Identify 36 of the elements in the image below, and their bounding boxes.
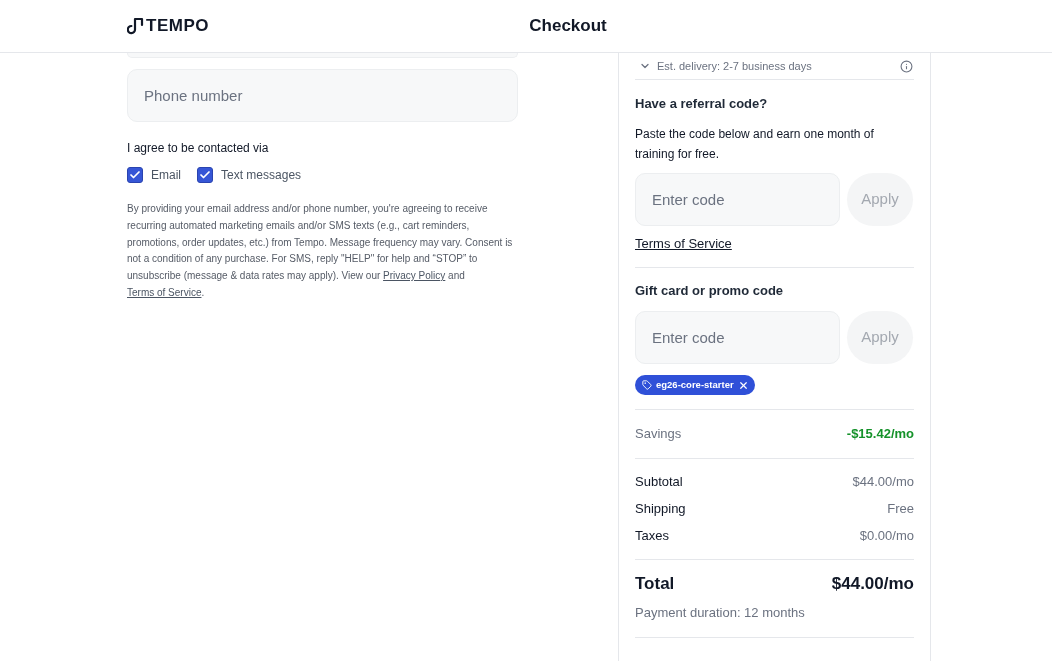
total-label: Total bbox=[635, 573, 675, 595]
delivery-estimate: Est. delivery: 2-7 business days bbox=[657, 58, 812, 74]
check-icon bbox=[129, 169, 141, 181]
policy-link[interactable]: Privacy Policy bbox=[383, 270, 446, 282]
checkbox-label[interactable]: Email bbox=[151, 166, 181, 184]
summary-label: Taxes bbox=[635, 527, 669, 545]
payment-duration: Payment duration: 12 months bbox=[635, 604, 806, 622]
code-input-field[interactable]: Enter code bbox=[635, 311, 840, 364]
total-value: $44.00/mo bbox=[831, 573, 914, 595]
summary-label: Shipping bbox=[635, 500, 686, 518]
tag-icon bbox=[642, 380, 652, 390]
checkbox[interactable] bbox=[127, 167, 143, 183]
promo-heading: Gift card or promo code bbox=[635, 282, 785, 300]
summary-value: Free bbox=[887, 500, 914, 518]
terms-link[interactable]: Terms of Service bbox=[635, 235, 732, 253]
phone-input-field[interactable]: Phone number bbox=[127, 69, 518, 122]
checkbox[interactable] bbox=[197, 167, 213, 183]
input-field[interactable] bbox=[127, 53, 518, 58]
summary-value: $44.00/mo bbox=[852, 473, 914, 491]
logo-icon bbox=[127, 17, 144, 35]
referral-description: Paste the code below and earn one month of training for free. bbox=[635, 126, 875, 163]
checkbox-label[interactable]: Text messages bbox=[221, 166, 302, 184]
check-icon bbox=[199, 169, 211, 181]
summary-value: $0.00/mo bbox=[859, 527, 914, 545]
promo-code: eg26-core-starter bbox=[656, 377, 734, 392]
logo-text[interactable]: TEMPO bbox=[146, 13, 209, 39]
referral-heading: Have a referral code? bbox=[635, 95, 769, 113]
savings-label: Savings bbox=[635, 425, 682, 443]
consent-label: I agree to be contacted via bbox=[127, 140, 270, 156]
savings-value: -$15.42/mo bbox=[846, 425, 914, 443]
summary-label: Subtotal bbox=[635, 473, 683, 491]
page-title: Checkout bbox=[529, 15, 607, 38]
remove-icon[interactable] bbox=[737, 379, 749, 391]
code-input-field[interactable]: Enter code bbox=[635, 173, 840, 226]
consent-disclaimer: By providing your email address and/or phone number, you're agreeing to receive recurring automated marketing emails and/or SMS texts (e.g., cart reminders, promotions, order updates, etc.) from Tempo. Message frequency may vary. Consent is not a condition of any purchase. For SMS, reply "HELP" for help and “STOP” to unsubscribe (message & data rates may apply). View our Privacy Policy and Terms of Service. bbox=[127, 202, 514, 300]
info-icon[interactable] bbox=[900, 59, 913, 73]
